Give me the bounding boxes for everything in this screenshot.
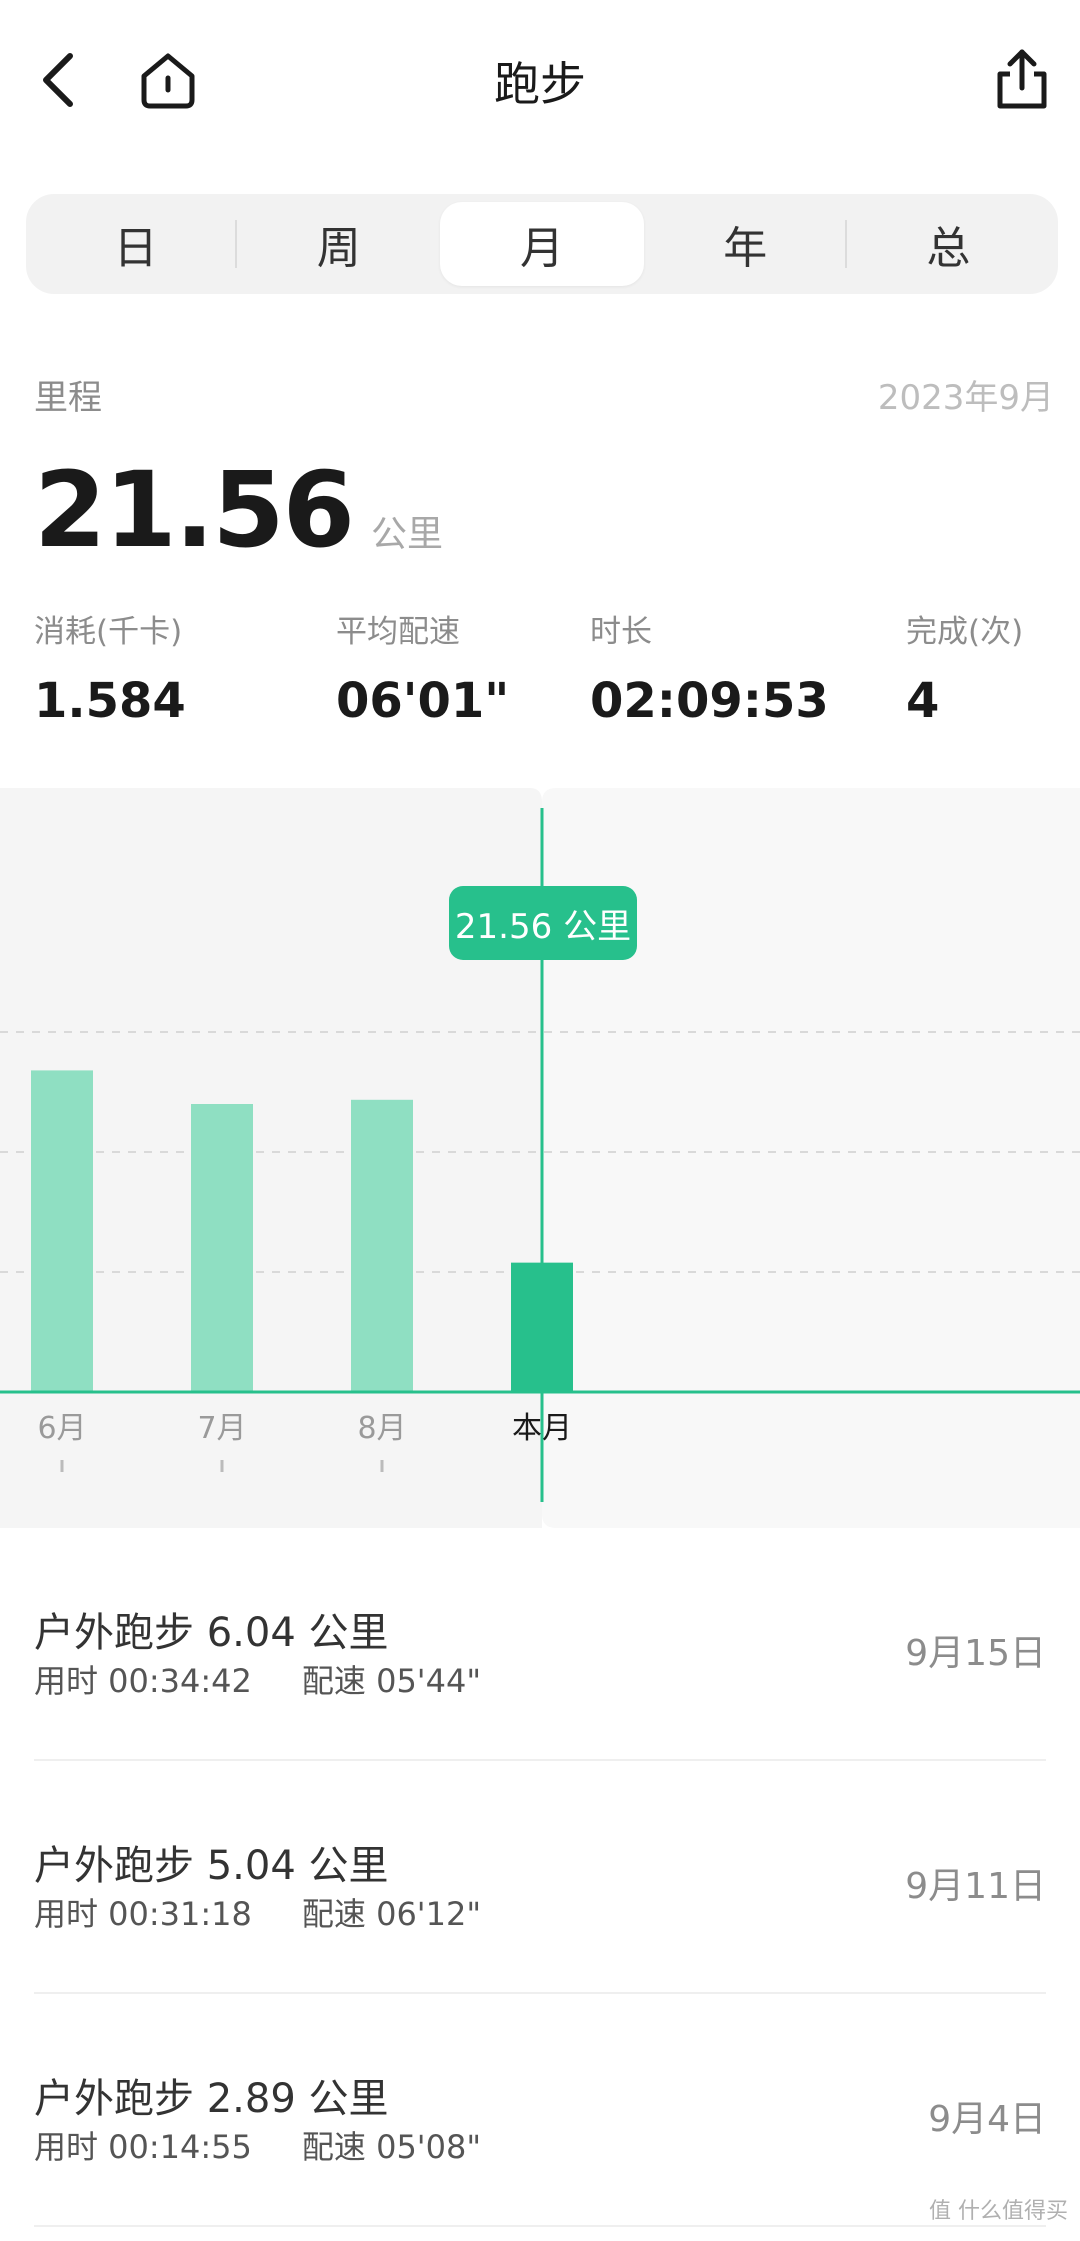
watermark: 值 什么值得买 [929,2199,1068,2224]
stat-avg-pace: 平均配速 06'01" [336,606,509,729]
page-title: 跑步 [494,57,586,111]
stat-completed: 完成(次) 4 [906,606,1023,729]
record-duration: 用时 00:34:42 [34,1662,252,1700]
share-icon[interactable] [986,44,1058,116]
stat-label: 消耗(千卡) [34,614,183,650]
distance-unit: 公里 [370,514,443,555]
tab-label: 日 [113,223,158,274]
selected-value-tooltip: 21.56 公里 [449,886,637,960]
x-tick-label: 6月 [37,1411,86,1446]
chart-bar [31,1070,93,1392]
tab-label: 周 [316,223,361,274]
list-item[interactable]: 户外跑步 6.04 公里 用时 00:34:42 配速 05'44" 9月15日 [34,1528,1046,1761]
list-item[interactable]: 户外跑步 2.89 公里 用时 00:14:55 配速 05'08" 9月4日 [34,1994,1046,2227]
record-pace: 配速 06'12" [301,1895,482,1933]
record-date: 9月15日 [905,1633,1046,1674]
chart-bar [191,1104,253,1392]
record-details: 用时 00:14:55 配速 05'08" [34,2122,481,2168]
stat-value: 4 [906,673,940,729]
tab-label: 月 [520,223,564,274]
x-tick-label: 本月 [512,1411,572,1446]
record-date: 9月11日 [905,1866,1046,1907]
stat-label: 完成(次) [906,614,1024,650]
stat-value: 02:09:53 [590,673,829,729]
record-duration: 用时 00:14:55 [34,2128,252,2166]
record-date: 9月4日 [928,2099,1046,2140]
stat-value: 06'01" [336,673,510,729]
top-bar: 跑步 [0,0,1080,170]
summary-section: 里程 2023年9月 21.56 公里 [34,370,1054,571]
record-duration: 用时 00:31:18 [34,1895,252,1933]
stats-row: 消耗(千卡) 1.584 平均配速 06'01" 时长 02:09:53 完成(… [0,606,1080,729]
record-details: 用时 00:34:42 配速 05'44" [34,1656,481,1702]
x-tick-label: 8月 [357,1411,406,1446]
stat-calories: 消耗(千卡) 1.584 [34,606,186,729]
distance-total: 21.56 公里 [34,449,1054,571]
x-tick-label: 7月 [197,1411,246,1446]
period-date: 2023年9月 [877,378,1054,418]
tab-week[interactable]: 周 [237,202,440,286]
record-title: 户外跑步 2.89 公里 [34,2076,389,2122]
stat-label: 平均配速 [336,614,460,650]
tab-month[interactable]: 月 [440,202,644,286]
tab-day[interactable]: 日 [34,202,238,286]
record-pace: 配速 05'08" [301,2128,482,2166]
list-item[interactable]: 户外跑步 5.04 公里 用时 00:31:18 配速 06'12" 9月11日 [34,1761,1046,1994]
record-title: 户外跑步 6.04 公里 [34,1610,389,1656]
stat-label: 时长 [590,614,652,650]
period-selector: 日 周 月 年 总 [26,194,1058,294]
run-records-list: 户外跑步 6.04 公里 用时 00:34:42 配速 05'44" 9月15日 … [0,1528,1080,2227]
record-title: 户外跑步 5.04 公里 [34,1843,389,1889]
distance-value: 21.56 [34,449,355,571]
stat-value: 1.584 [34,673,186,729]
tab-label: 年 [723,223,768,274]
tab-label: 总 [926,223,971,274]
stat-duration: 时长 02:09:53 [590,606,829,729]
tab-total[interactable]: 总 [847,202,1050,286]
record-pace: 配速 05'44" [301,1662,482,1700]
record-details: 用时 00:31:18 配速 06'12" [34,1889,481,1935]
tab-year[interactable]: 年 [644,202,847,286]
chart-bar [351,1099,413,1392]
